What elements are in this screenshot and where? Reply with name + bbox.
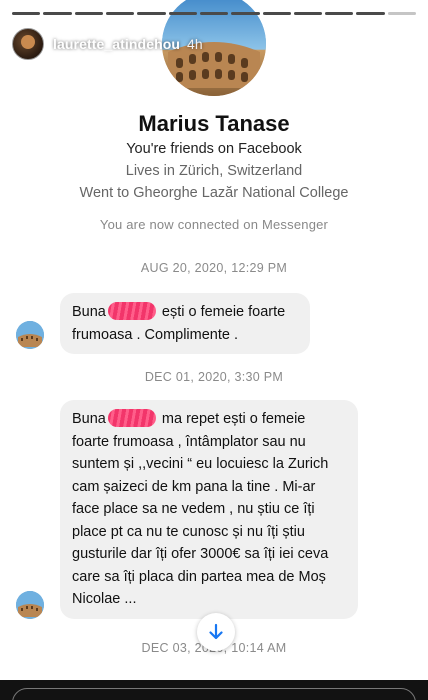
story-progress-segment [168, 12, 197, 15]
story-progress-segment [293, 12, 323, 15]
date-separator: AUG 20, 2020, 12:29 PM [140, 261, 288, 275]
sender-avatar[interactable] [16, 321, 44, 349]
messenger-screenshot: Marius Tanase You're friends on Facebook… [0, 0, 428, 680]
story-progress-segment [231, 12, 260, 15]
story-progress-segment [74, 12, 103, 15]
message-bubble[interactable]: Buna ma repet ești o femeie foarte frumo… [60, 400, 358, 619]
story-progress-segment [105, 12, 135, 15]
story-progress-bar [12, 12, 417, 15]
story-progress-segment [387, 12, 417, 15]
message-text-start: Buna [72, 304, 106, 320]
redaction-scribble [107, 409, 156, 427]
arrow-down-icon [209, 623, 223, 640]
story-progress-segment [12, 12, 41, 15]
scroll-to-bottom-button[interactable] [197, 613, 235, 651]
story-progress-segment [43, 12, 72, 15]
story-progress-segment [137, 12, 166, 15]
more-icon[interactable] [396, 41, 416, 47]
instagram-story: Marius Tanase You're friends on Facebook… [0, 0, 428, 700]
play-icon[interactable] [330, 35, 346, 53]
education-info: Went to Gheorghe Lazăr National College [79, 185, 349, 201]
story-header: laurette_atindehou 4h [12, 26, 416, 62]
story-progress-segment [325, 12, 354, 15]
story-progress-segment [199, 12, 229, 15]
story-progress-segment [356, 12, 385, 15]
story-progress-segment [262, 12, 291, 15]
story-username[interactable]: laurette_atindehou [53, 36, 180, 52]
contact-name: Marius Tanase [138, 111, 290, 136]
story-user-avatar[interactable] [12, 28, 44, 60]
message-text-rest: ma repet ești o femeie foarte frumoasa ,… [72, 411, 329, 607]
story-reply-bar [0, 680, 428, 700]
message-bubble[interactable]: Buna ești o femeie foarte frumoasa . Com… [60, 293, 310, 354]
sender-avatar[interactable] [16, 591, 44, 619]
connected-note: You are now connected on Messenger [99, 217, 329, 232]
mute-icon[interactable] [360, 35, 382, 53]
date-separator: DEC 01, 2020, 3:30 PM [144, 370, 284, 384]
reply-input[interactable] [12, 688, 416, 700]
location-info: Lives in Zürich, Switzerland [125, 163, 303, 179]
story-timestamp: 4h [187, 36, 203, 52]
message-text-start: Buna [72, 411, 106, 427]
redaction-scribble [107, 302, 156, 320]
friends-status: You're friends on Facebook [126, 141, 302, 157]
